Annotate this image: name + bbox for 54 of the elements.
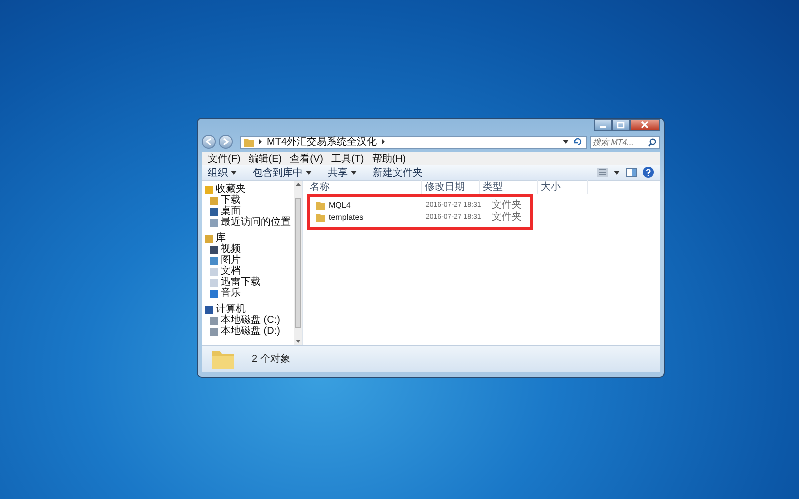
folder-icon <box>244 138 254 146</box>
status-text: 2 个对象 <box>252 352 290 366</box>
sidebar-item[interactable]: 库 <box>202 233 294 244</box>
sidebar-item[interactable]: 桌面 <box>202 206 294 217</box>
sidebar-item[interactable]: 图片 <box>202 255 294 266</box>
menu-item[interactable]: 编辑(E) <box>248 152 282 166</box>
toolbar-button[interactable]: 共享 <box>328 166 357 180</box>
menu-item[interactable]: 文件(F) <box>208 152 241 166</box>
file-type: 文件夹 <box>492 210 522 224</box>
dropdown-caret-icon[interactable] <box>563 140 569 144</box>
scrollbar[interactable] <box>294 181 302 345</box>
sidebar-item[interactable]: 下载 <box>202 195 294 206</box>
sidebar-item[interactable]: 音乐 <box>202 288 294 299</box>
column-header[interactable]: 类型 <box>480 180 538 194</box>
address-bar[interactable]: MT4外汇交易系统全汉化 <box>240 136 587 148</box>
close-icon <box>641 121 649 129</box>
forward-button[interactable] <box>219 135 233 149</box>
file-name: templates <box>329 212 364 222</box>
column-header[interactable]: 修改日期 <box>422 180 480 194</box>
column-header[interactable]: 大小 <box>538 180 588 194</box>
toolbar-button[interactable]: 组织 <box>208 166 237 180</box>
refresh-icon[interactable] <box>573 137 583 147</box>
sidebar-item[interactable]: 本地磁盘 (C:) <box>202 315 294 326</box>
toolbar-button[interactable]: 包含到库中 <box>253 166 312 180</box>
scroll-up-icon[interactable] <box>296 183 300 186</box>
maximize-icon <box>617 122 625 128</box>
help-icon[interactable] <box>643 167 654 178</box>
address-path[interactable]: MT4外汇交易系统全汉化 <box>267 135 377 149</box>
menu-item[interactable]: 工具(T) <box>331 152 364 166</box>
file-name: MQL4 <box>329 200 351 210</box>
toolbar-button[interactable]: 新建文件夹 <box>373 166 423 180</box>
column-header[interactable]: 名称 <box>307 180 422 194</box>
sidebar-item[interactable]: 视频 <box>202 244 294 255</box>
preview-pane-icon[interactable] <box>626 168 637 177</box>
search-field[interactable]: 搜索 MT4... <box>590 136 660 148</box>
sidebar-item[interactable]: 最近访问的位置 <box>202 217 294 228</box>
sidebar-item[interactable]: 迅雷下载 <box>202 277 294 288</box>
sidebar-item[interactable]: 本地磁盘 (D:) <box>202 326 294 337</box>
file-type: 文件夹 <box>492 198 522 212</box>
search-icon <box>648 138 657 146</box>
sidebar-item[interactable]: 计算机 <box>202 304 294 315</box>
dropdown-caret-icon[interactable] <box>614 170 620 174</box>
sidebar-item[interactable]: 文档 <box>202 266 294 277</box>
menu-item[interactable]: 查看(V) <box>290 152 324 166</box>
close-button[interactable] <box>630 119 660 131</box>
chevron-icon <box>258 139 263 145</box>
maximize-button[interactable] <box>612 119 630 131</box>
back-button[interactable] <box>202 135 216 149</box>
sidebar-item[interactable]: 收藏夹 <box>202 184 294 195</box>
scroll-down-icon[interactable] <box>296 340 300 343</box>
chevron-icon <box>381 139 386 145</box>
minimize-button[interactable] <box>594 119 612 131</box>
folder-icon <box>212 349 234 369</box>
menu-item[interactable]: 帮助(H) <box>372 152 406 166</box>
